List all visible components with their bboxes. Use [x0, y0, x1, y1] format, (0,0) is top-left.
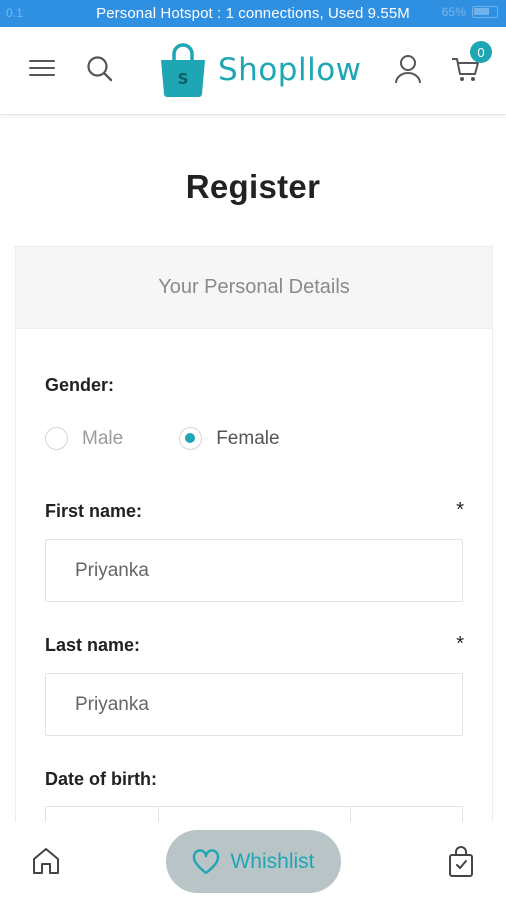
shopping-bag-logo-icon: S	[161, 43, 205, 97]
bottom-navigation: Whishlist	[0, 822, 506, 900]
brand-name: Shopllow	[218, 52, 362, 88]
last-name-value: Priyanka	[75, 693, 149, 715]
last-name-label: Last name:	[45, 635, 141, 655]
battery-indicator: 65%	[442, 5, 498, 19]
hotspot-status-text: Personal Hotspot : 1 connections, Used 9…	[96, 5, 410, 22]
app-header: S Shopllow 0	[0, 27, 506, 115]
wishlist-button[interactable]: Whishlist	[166, 830, 341, 893]
last-name-field[interactable]: Priyanka	[45, 673, 463, 736]
battery-icon	[472, 6, 498, 18]
female-radio[interactable]	[179, 427, 203, 450]
last-name-required-mark: *	[456, 633, 464, 655]
male-label[interactable]: Male	[82, 428, 123, 450]
gender-label: Gender:	[45, 375, 115, 395]
gender-option-male[interactable]: Male	[45, 427, 123, 450]
status-bar: 0.1 Personal Hotspot : 1 connections, Us…	[0, 0, 506, 27]
date-of-birth-label: Date of birth:	[45, 769, 157, 789]
male-radio[interactable]	[45, 427, 68, 450]
user-icon[interactable]	[393, 53, 423, 85]
female-label[interactable]: Female	[216, 428, 279, 450]
first-name-required-mark: *	[456, 499, 464, 521]
signal-indicator: 0.1	[6, 6, 23, 20]
first-name-value: Priyanka	[75, 559, 149, 581]
wishlist-label: Whishlist	[230, 849, 315, 873]
gender-option-female[interactable]: Female	[179, 427, 280, 450]
section-title: Your Personal Details	[16, 247, 492, 329]
home-icon[interactable]	[31, 846, 61, 876]
battery-percent: 65%	[441, 5, 466, 19]
page-title: Register	[185, 168, 321, 205]
cart-count-badge: 0	[470, 41, 492, 63]
brand-logo[interactable]: S Shopllow	[157, 41, 362, 99]
gender-radio-group: Male Female	[45, 427, 336, 450]
menu-icon[interactable]	[29, 58, 55, 78]
heart-icon	[193, 848, 220, 874]
shopping-bag-icon[interactable]	[447, 846, 475, 878]
first-name-label: First name:	[45, 501, 143, 521]
search-icon[interactable]	[86, 55, 114, 83]
first-name-field[interactable]: Priyanka	[45, 539, 463, 602]
svg-text:S: S	[178, 70, 189, 88]
registration-form: Your Personal Details Gender: Male Femal…	[15, 246, 493, 886]
